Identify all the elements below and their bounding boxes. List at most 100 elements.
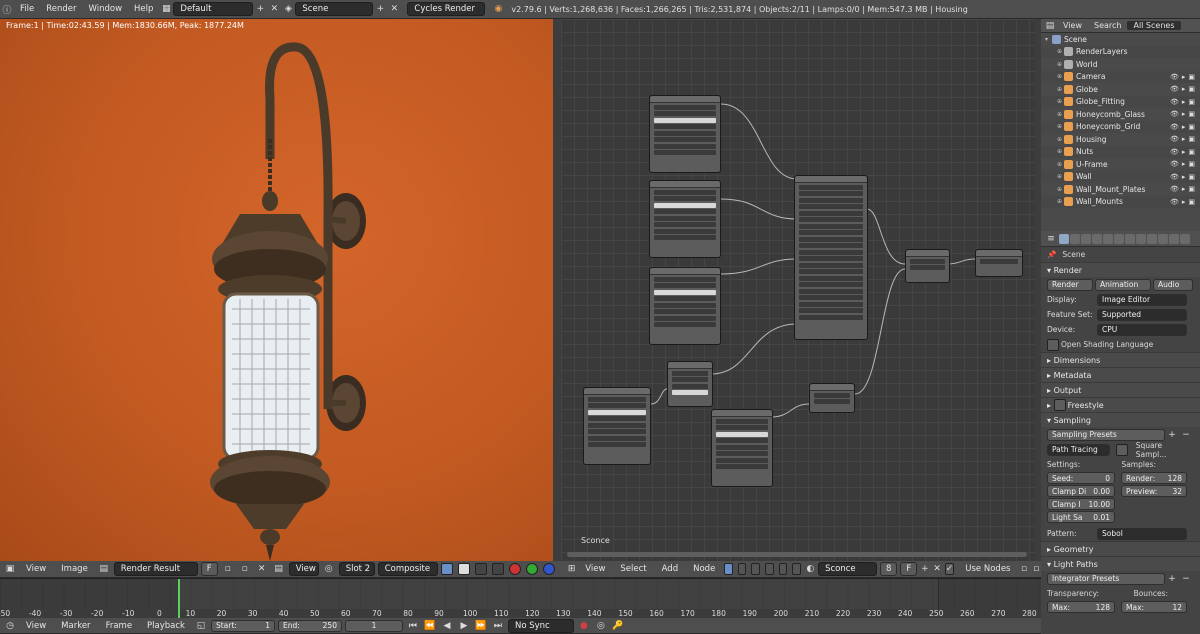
node-menu[interactable]: Node: [687, 564, 721, 574]
outliner-item[interactable]: ▾ Scene: [1041, 33, 1200, 46]
world-shader-icon[interactable]: [778, 563, 788, 575]
data-tab-icon[interactable]: [1136, 233, 1146, 244]
remove-preset-icon[interactable]: −: [1179, 428, 1193, 442]
preview-samples-field[interactable]: Preview: 32: [1121, 485, 1187, 497]
image-name-field[interactable]: Render Result: [113, 562, 198, 576]
end-frame-field[interactable]: End: 250: [277, 619, 342, 632]
node-editor-canvas[interactable]: Sconce: [561, 19, 1035, 561]
expand-icon[interactable]: ⊕: [1057, 73, 1064, 80]
fake-user-button[interactable]: F: [200, 562, 218, 576]
sync-mode-select[interactable]: No Sync: [507, 618, 574, 633]
remove-integrator-preset-icon[interactable]: −: [1179, 572, 1193, 586]
texture-nodes-icon[interactable]: [751, 563, 761, 575]
expand-icon[interactable]: ⊕: [1057, 173, 1064, 180]
properties-editor-icon[interactable]: ≡: [1044, 232, 1058, 246]
snap-icon[interactable]: ▫: [1032, 562, 1041, 576]
render-result-view[interactable]: Frame:1 | Time:02:43.59 | Mem:1830.66M, …: [0, 19, 553, 561]
timeline-area[interactable]: -50 -40 -30 -20 -10 0 10 20 30 40 50 60 70 80 90 100 110…: [0, 578, 1041, 619]
outliner-item[interactable]: ⊕ RenderLayers: [1041, 45, 1200, 58]
feature-set-select[interactable]: Supported: [1097, 308, 1187, 321]
max-bounces-field[interactable]: Max: 12: [1121, 601, 1187, 613]
unlink-image-icon[interactable]: ✕: [255, 562, 269, 576]
jump-end-icon[interactable]: ⏭: [491, 619, 505, 633]
metadata-section-header[interactable]: ▸ Metadata: [1041, 367, 1200, 382]
menu-help[interactable]: Help: [128, 4, 159, 14]
pattern-select[interactable]: Sobol: [1097, 527, 1187, 540]
render-pass-select[interactable]: Composite: [377, 562, 438, 576]
outliner-item[interactable]: ⊕ Camera 👁▸▣: [1041, 70, 1200, 83]
audio-button[interactable]: Audio: [1153, 278, 1193, 291]
render-tab-icon[interactable]: [1059, 233, 1069, 244]
object-shader-icon[interactable]: [765, 563, 774, 575]
visibility-toggle-icons[interactable]: 👁▸▣: [1170, 98, 1198, 106]
menu-window[interactable]: Window: [83, 4, 129, 14]
render-engine-select[interactable]: Cycles Render: [407, 2, 486, 16]
screen-layout-select[interactable]: Default: [173, 2, 254, 16]
physics-tab-icon[interactable]: [1180, 233, 1190, 244]
start-frame-field[interactable]: Start: 1: [210, 619, 275, 632]
image-texture-node-1[interactable]: [649, 95, 721, 173]
image-texture-node-4[interactable]: [583, 387, 651, 465]
dimensions-section-header[interactable]: ▸ Dimensions: [1041, 352, 1200, 367]
color-alpha-icon[interactable]: [457, 563, 470, 575]
record-icon[interactable]: ●: [577, 619, 591, 633]
expand-icon[interactable]: ▾: [1045, 36, 1052, 43]
timeline-frame-menu[interactable]: Frame: [100, 621, 138, 631]
expand-icon[interactable]: ⊕: [1057, 48, 1064, 55]
screen-layout-icon[interactable]: ▦: [159, 2, 173, 16]
bump-node[interactable]: [809, 383, 855, 413]
red-channel-icon[interactable]: [508, 563, 521, 575]
visibility-toggle-icons[interactable]: 👁▸▣: [1170, 135, 1198, 143]
constraints-tab-icon[interactable]: [1114, 233, 1124, 244]
display-select[interactable]: Image Editor: [1097, 293, 1187, 306]
sampling-presets-select[interactable]: Sampling Presets: [1047, 428, 1165, 441]
preview-range-icon[interactable]: ◱: [194, 619, 208, 633]
visibility-toggle-icons[interactable]: 👁▸▣: [1170, 198, 1198, 206]
scene-select[interactable]: Scene: [295, 2, 374, 16]
mix-shader-node[interactable]: [905, 249, 950, 283]
image-view-menu[interactable]: View: [20, 564, 52, 574]
alpha-icon[interactable]: [474, 563, 487, 575]
material-users-count[interactable]: 8: [879, 562, 898, 576]
green-channel-icon[interactable]: [525, 563, 538, 575]
menu-render[interactable]: Render: [40, 4, 82, 14]
material-name-field[interactable]: Sconce: [818, 562, 877, 576]
expand-icon[interactable]: ⊕: [1057, 148, 1064, 155]
integrator-presets-select[interactable]: Integrator Presets: [1047, 572, 1165, 585]
render-section-header[interactable]: ▾ Render: [1041, 262, 1200, 277]
osl-checkbox[interactable]: [1047, 338, 1059, 351]
add-integrator-preset-icon[interactable]: +: [1165, 572, 1179, 586]
outliner-item[interactable]: ⊕ Housing 👁▸▣: [1041, 133, 1200, 146]
object-tab-icon[interactable]: [1103, 233, 1113, 244]
outliner-item[interactable]: ⊕ Nuts 👁▸▣: [1041, 145, 1200, 158]
expand-icon[interactable]: ⊕: [1057, 98, 1064, 105]
outliner-item[interactable]: ⊕ U-Frame 👁▸▣: [1041, 158, 1200, 171]
expand-icon[interactable]: ⊕: [1057, 123, 1064, 130]
view-mode-select[interactable]: View: [288, 562, 319, 576]
image-texture-node-3[interactable]: [649, 267, 721, 345]
z-buffer-icon[interactable]: [491, 563, 504, 575]
max-transparency-field[interactable]: Max: 128: [1047, 601, 1115, 613]
seed-field[interactable]: Seed: 0: [1047, 472, 1115, 484]
pin-icon[interactable]: 📌: [1047, 250, 1056, 259]
node-editor-type-icon[interactable]: ⊞: [567, 562, 576, 576]
node-view-menu[interactable]: View: [579, 564, 611, 574]
expand-icon[interactable]: ⊕: [1057, 161, 1064, 168]
compositing-nodes-icon[interactable]: [737, 563, 747, 575]
path-tracing-select[interactable]: Path Tracing: [1047, 443, 1110, 456]
visibility-toggle-icons[interactable]: 👁▸▣: [1170, 73, 1198, 81]
current-frame-field[interactable]: 1: [344, 619, 403, 632]
add-scene-icon[interactable]: +: [373, 2, 387, 16]
pivot-icon[interactable]: ◎: [322, 562, 336, 576]
backdrop-icon[interactable]: ▫: [1019, 562, 1028, 576]
display-channels-icon[interactable]: [440, 563, 453, 575]
jump-keyframe-forward-icon[interactable]: ⏩: [474, 619, 488, 633]
timeline-view-menu[interactable]: View: [20, 621, 52, 631]
keyframe-icon[interactable]: 🔑: [611, 619, 625, 633]
visibility-toggle-icons[interactable]: 👁▸▣: [1170, 110, 1198, 118]
expand-icon[interactable]: ⊕: [1057, 61, 1064, 68]
outliner-item[interactable]: ⊕ Wall_Mounts 👁▸▣: [1041, 195, 1200, 208]
delete-layout-icon[interactable]: ✕: [267, 2, 281, 16]
outliner-search-menu[interactable]: Search: [1088, 21, 1127, 30]
outliner-item[interactable]: ⊕ Wall_Mount_Plates 👁▸▣: [1041, 183, 1200, 196]
